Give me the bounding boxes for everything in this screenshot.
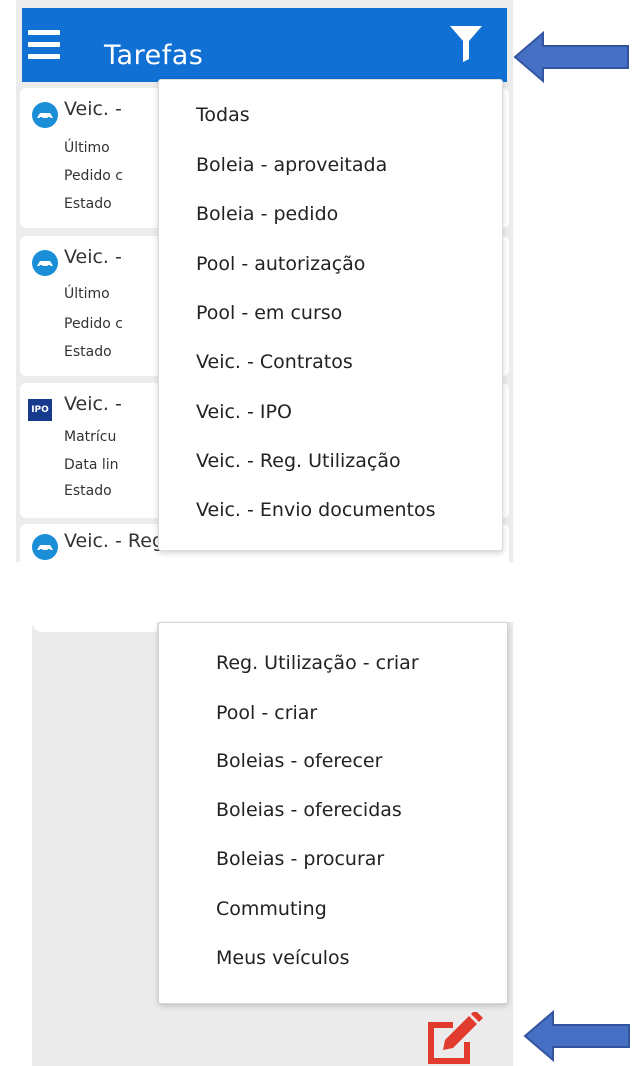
action-item-commuting[interactable]: Commuting [216, 898, 327, 920]
card-title: Veic. - [64, 393, 122, 415]
filter-item-veic-ipo[interactable]: Veic. - IPO [196, 401, 292, 423]
action-item-boleias-procurar[interactable]: Boleias - procurar [216, 848, 384, 870]
car-icon [32, 534, 58, 560]
filter-item-pool-em-curso[interactable]: Pool - em curso [196, 302, 342, 324]
card-edge [32, 622, 157, 632]
car-icon [32, 250, 58, 276]
page-title: Tarefas [104, 40, 204, 71]
filter-item-veic-reg-utilizacao[interactable]: Veic. - Reg. Utilização [196, 450, 401, 472]
action-item-boleias-oferecidas[interactable]: Boleias - oferecidas [216, 799, 402, 821]
arrow-left-icon [513, 30, 629, 84]
action-item-boleias-oferecer[interactable]: Boleias - oferecer [216, 750, 382, 772]
card-line: Último [64, 286, 110, 302]
arrow-left-icon [523, 1009, 630, 1063]
action-item-pool-criar[interactable]: Pool - criar [216, 702, 317, 724]
filter-item-pool-autorizacao[interactable]: Pool - autorização [196, 253, 365, 275]
app-header: Tarefas [22, 8, 507, 82]
filter-dropdown: Todas Boleia - aproveitada Boleia - pedi… [158, 79, 503, 551]
card-title: Veic. - [64, 98, 122, 120]
filter-item-todas[interactable]: Todas [196, 104, 250, 126]
action-item-meus-veiculos[interactable]: Meus veículos [216, 947, 350, 969]
bottom-screen: Reg. Utilização - criar Pool - criar Bol… [32, 622, 513, 1066]
card-line: Data lin [64, 457, 119, 473]
action-item-reg-utilizacao-criar[interactable]: Reg. Utilização - criar [216, 652, 419, 674]
filter-item-boleia-aproveitada[interactable]: Boleia - aproveitada [196, 154, 387, 176]
card-title: Veic. - [64, 246, 122, 268]
card-line: Estado [64, 483, 112, 499]
card-line: Pedido c [64, 168, 123, 184]
card-line: Matrícu [64, 429, 117, 445]
filter-item-veic-envio-documentos[interactable]: Veic. - Envio documentos [196, 499, 436, 521]
car-icon [32, 102, 58, 128]
edit-icon[interactable] [425, 1012, 485, 1066]
filter-item-boleia-pedido[interactable]: Boleia - pedido [196, 203, 338, 225]
filter-item-veic-contratos[interactable]: Veic. - Contratos [196, 351, 353, 373]
card-line: Pedido c [64, 316, 123, 332]
menu-icon[interactable] [28, 28, 60, 60]
ipo-icon: IPO [28, 399, 52, 421]
action-dropdown: Reg. Utilização - criar Pool - criar Bol… [158, 622, 508, 1004]
card-line: Último [64, 140, 110, 156]
filter-icon[interactable] [450, 26, 482, 62]
card-line: Estado [64, 196, 112, 212]
card-line: Estado [64, 344, 112, 360]
top-screen: Tarefas Veic. - Último Pedido c Estado V… [16, 0, 513, 562]
